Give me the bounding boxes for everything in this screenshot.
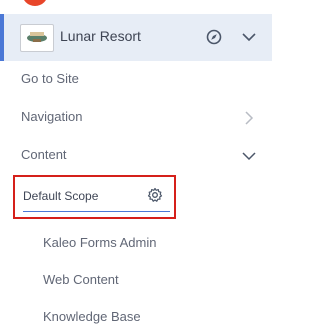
scope-label: Default Scope [23,189,99,203]
chevron-down-icon[interactable] [237,144,261,168]
chevron-right-icon[interactable] [237,106,261,130]
site-header[interactable]: Lunar Resort [0,14,272,61]
content-menu[interactable]: Content [21,147,67,162]
compass-icon[interactable] [202,25,226,49]
scope-underline [23,211,170,212]
content-item-kaleo-forms-admin[interactable]: Kaleo Forms Admin [43,235,156,250]
user-avatar[interactable] [22,0,48,6]
content-item-web-content[interactable]: Web Content [43,272,119,287]
site-name[interactable]: Lunar Resort [60,28,141,44]
content-item-knowledge-base[interactable]: Knowledge Base [43,309,141,324]
chevron-down-icon[interactable] [237,25,261,49]
navigation-menu[interactable]: Navigation [21,109,82,124]
gear-icon[interactable] [146,186,164,204]
site-logo [20,24,54,52]
default-scope-selector[interactable]: Default Scope [13,175,176,219]
go-to-site-link[interactable]: Go to Site [21,71,79,86]
